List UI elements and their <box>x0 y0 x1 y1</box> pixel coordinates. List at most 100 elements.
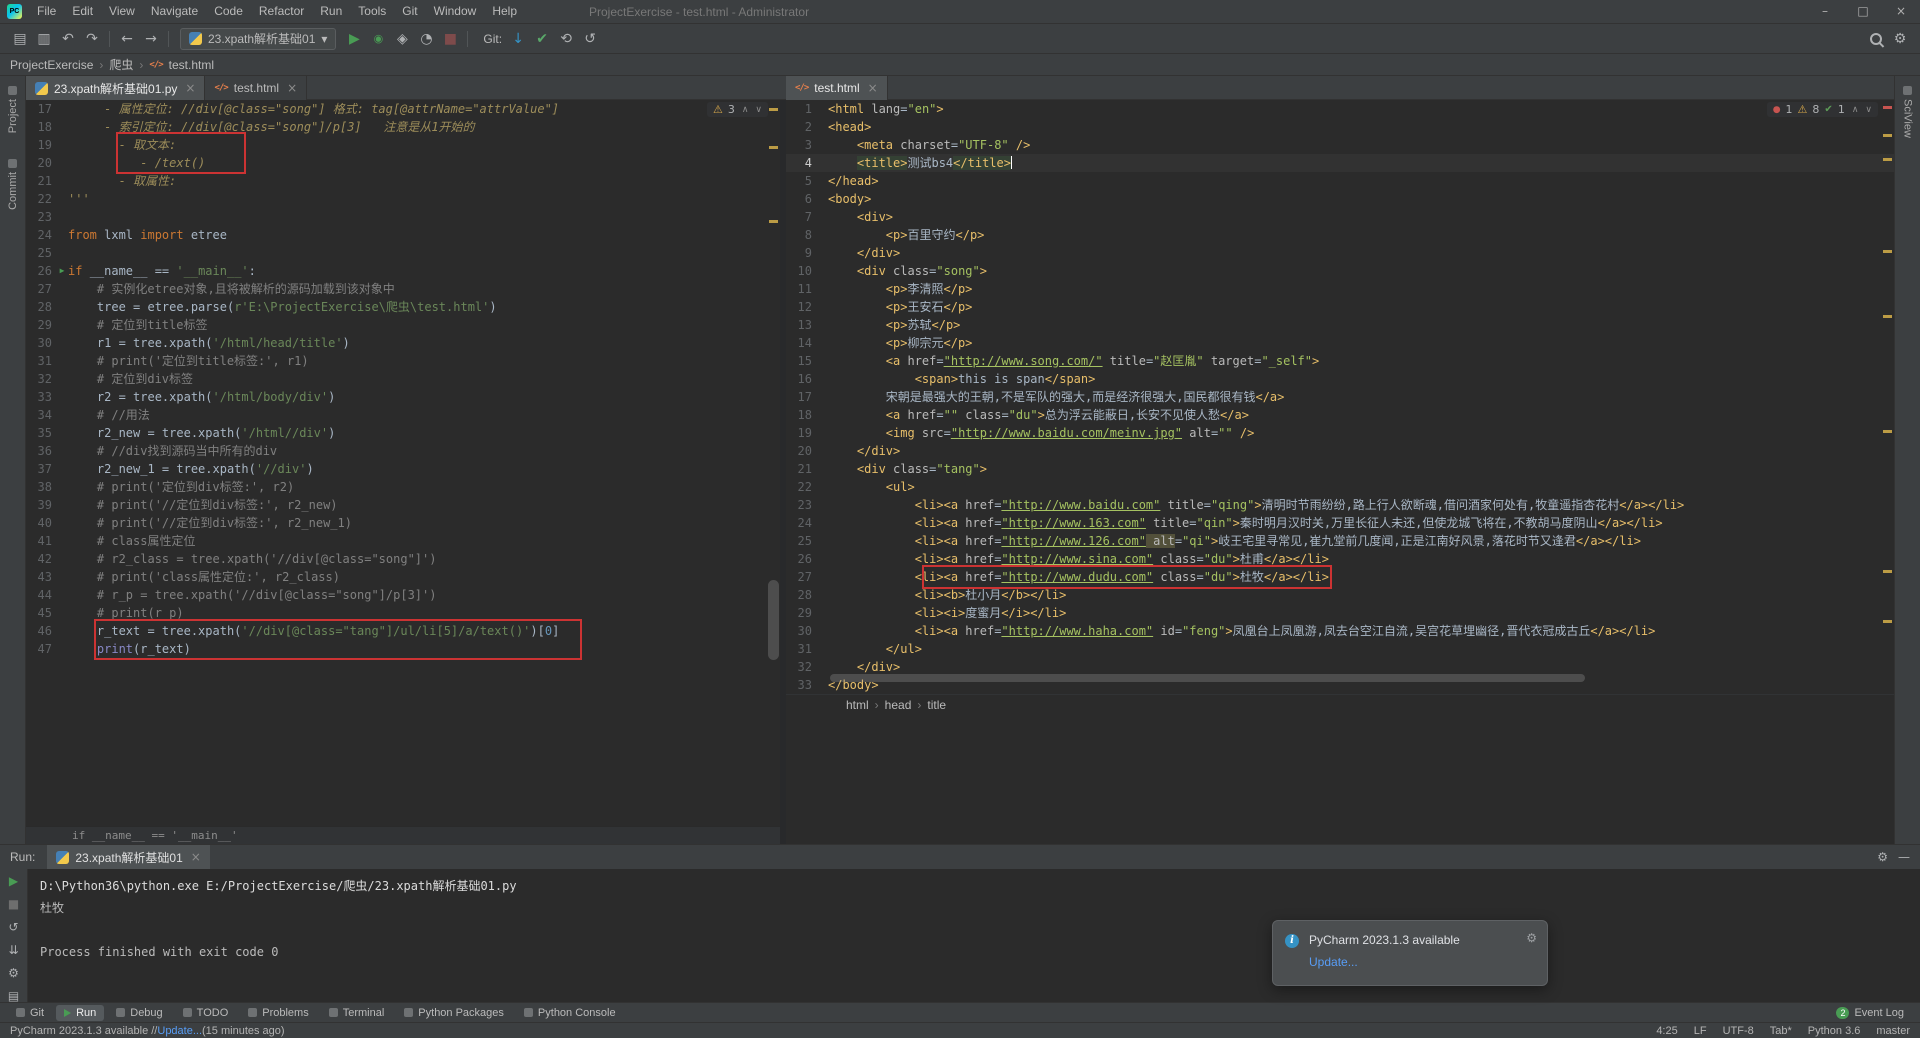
menu-git[interactable]: Git <box>394 0 425 23</box>
line-number[interactable]: 45 <box>26 604 56 622</box>
horizontal-scrollbar-thumb[interactable] <box>830 674 1585 682</box>
wrench-icon[interactable]: ⚙ <box>8 966 19 980</box>
line-number[interactable]: 19 <box>26 136 56 154</box>
line-number[interactable]: 16 <box>786 370 816 388</box>
close-icon[interactable]: × <box>868 81 878 95</box>
toolwindow-button-python-packages[interactable]: Python Packages <box>396 1005 512 1021</box>
line-number[interactable]: 30 <box>26 334 56 352</box>
line-number[interactable]: 12 <box>786 298 816 316</box>
line-number[interactable]: 32 <box>786 658 816 676</box>
code-line[interactable]: 29 <li><i>度蜜月</i></li> <box>786 604 1894 622</box>
status-item-python-3.6[interactable]: Python 3.6 <box>1808 1025 1861 1037</box>
code-line[interactable]: 14 <p>柳宗元</p> <box>786 334 1894 352</box>
line-number[interactable]: 28 <box>786 586 816 604</box>
line-number[interactable]: 26 <box>26 262 56 280</box>
line-number[interactable]: 22 <box>786 478 816 496</box>
line-number[interactable]: 35 <box>26 424 56 442</box>
code-line[interactable]: 7 <div> <box>786 208 1894 226</box>
line-number[interactable]: 7 <box>786 208 816 226</box>
settings-icon[interactable]: ⚙ <box>1888 28 1912 50</box>
line-number[interactable]: 4 <box>786 154 816 172</box>
code-line[interactable]: 42 # r2_class = tree.xpath('//div[@class… <box>26 550 780 568</box>
code-line[interactable]: 28 <li><b>杜小月</b></li> <box>786 586 1894 604</box>
toolwindow-button-terminal[interactable]: Terminal <box>321 1005 393 1021</box>
profiler-button[interactable]: ◔ <box>414 28 438 50</box>
git-commit-icon[interactable]: ✔ <box>530 28 554 50</box>
code-line[interactable]: 23 <li><a href="http://www.baidu.com" ti… <box>786 496 1894 514</box>
line-number[interactable]: 26 <box>786 550 816 568</box>
line-number[interactable]: 24 <box>26 226 56 244</box>
line-number[interactable]: 27 <box>786 568 816 586</box>
line-number[interactable]: 40 <box>26 514 56 532</box>
open-icon[interactable]: ▤ <box>8 28 32 50</box>
code-line[interactable]: 9 </div> <box>786 244 1894 262</box>
code-line[interactable]: 21 <div class="tang"> <box>786 460 1894 478</box>
code-line[interactable]: 34 # //用法 <box>26 406 780 424</box>
code-line[interactable]: 22 <ul> <box>786 478 1894 496</box>
line-number[interactable]: 20 <box>26 154 56 172</box>
code-line[interactable]: 47 print(r_text) <box>26 640 780 658</box>
toolwindow-button-git[interactable]: Git <box>8 1005 52 1021</box>
python-editor-pane[interactable]: 17 - 属性定位: //div[@class="song"] 格式: tag[… <box>26 100 780 844</box>
editor-tab-23.xpath解析基础01.py[interactable]: 23.xpath解析基础01.py × <box>26 76 206 100</box>
line-number[interactable]: 42 <box>26 550 56 568</box>
line-number[interactable]: 1 <box>786 100 816 118</box>
stripe-button-project[interactable]: Project <box>7 86 19 133</box>
line-number[interactable]: 13 <box>786 316 816 334</box>
line-number[interactable]: 3 <box>786 136 816 154</box>
horizontal-scrollbar[interactable] <box>830 674 1878 684</box>
code-line[interactable]: 29 # 定位到title标签 <box>26 316 780 334</box>
breadcrumb-item[interactable]: html <box>846 698 869 712</box>
code-line[interactable]: 24 from lxml import etree <box>26 226 780 244</box>
next-issue-button[interactable]: ∨ <box>755 105 762 115</box>
stop-button[interactable]: ■ <box>438 28 462 50</box>
editor-tab-test.html[interactable]: </> test.html × <box>786 76 888 100</box>
code-line[interactable]: 4 <title>测试bs4</title> <box>786 154 1894 172</box>
code-line[interactable]: 16 <span>this is span</span> <box>786 370 1894 388</box>
menu-navigate[interactable]: Navigate <box>143 0 206 23</box>
vertical-scrollbar[interactable] <box>768 580 779 660</box>
line-number[interactable]: 8 <box>786 226 816 244</box>
line-number[interactable]: 21 <box>786 460 816 478</box>
line-number[interactable]: 15 <box>786 352 816 370</box>
status-item-4:25[interactable]: 4:25 <box>1656 1025 1677 1037</box>
console-output[interactable]: D:\Python36\python.exe E:/ProjectExercis… <box>40 875 1916 1000</box>
code-line[interactable]: 31 </ul> <box>786 640 1894 658</box>
breadcrumb-item[interactable]: ProjectExercise <box>10 58 93 72</box>
line-number[interactable]: 41 <box>26 532 56 550</box>
breadcrumb-item[interactable]: test.html <box>169 58 214 72</box>
code-line[interactable]: 13 <p>苏轼</p> <box>786 316 1894 334</box>
code-line[interactable]: 25 <li><a href="http://www.126.com" alt=… <box>786 532 1894 550</box>
status-update-link[interactable]: Update... <box>157 1025 202 1037</box>
code-line[interactable]: 39 # print('//定位到div标签:', r2_new) <box>26 496 780 514</box>
save-all-icon[interactable]: ▥ <box>32 28 56 50</box>
notification-settings-icon[interactable]: ⚙ <box>1526 931 1537 945</box>
run-button[interactable]: ▶ <box>342 28 366 50</box>
menu-edit[interactable]: Edit <box>64 0 101 23</box>
code-line[interactable]: 30 r1 = tree.xpath('/html/head/title') <box>26 334 780 352</box>
line-number[interactable]: 20 <box>786 442 816 460</box>
code-line[interactable]: 38 # print('定位到div标签:', r2) <box>26 478 780 496</box>
toolwindow-button-problems[interactable]: Problems <box>240 1005 316 1021</box>
line-number[interactable]: 18 <box>26 118 56 136</box>
line-number[interactable]: 29 <box>26 316 56 334</box>
line-number[interactable]: 19 <box>786 424 816 442</box>
menu-view[interactable]: View <box>101 0 143 23</box>
minimize-button[interactable]: – <box>1806 0 1844 23</box>
redo-icon[interactable]: ↷ <box>80 28 104 50</box>
line-number[interactable]: 33 <box>26 388 56 406</box>
line-number[interactable]: 6 <box>786 190 816 208</box>
menu-help[interactable]: Help <box>484 0 525 23</box>
code-line[interactable]: 2 <head> <box>786 118 1894 136</box>
close-icon[interactable]: × <box>185 81 195 95</box>
code-line[interactable]: 37 r2_new_1 = tree.xpath('//div') <box>26 460 780 478</box>
close-icon[interactable]: × <box>287 81 297 95</box>
status-item-tab*[interactable]: Tab* <box>1770 1025 1792 1037</box>
code-line[interactable]: 20 - /text() <box>26 154 780 172</box>
line-number[interactable]: 9 <box>786 244 816 262</box>
line-number[interactable]: 36 <box>26 442 56 460</box>
code-line[interactable]: 20 </div> <box>786 442 1894 460</box>
code-line[interactable]: 46 r_text = tree.xpath('//div[@class="ta… <box>26 622 780 640</box>
prev-issue-button[interactable]: ∧ <box>1852 105 1859 115</box>
line-number[interactable]: 22 <box>26 190 56 208</box>
